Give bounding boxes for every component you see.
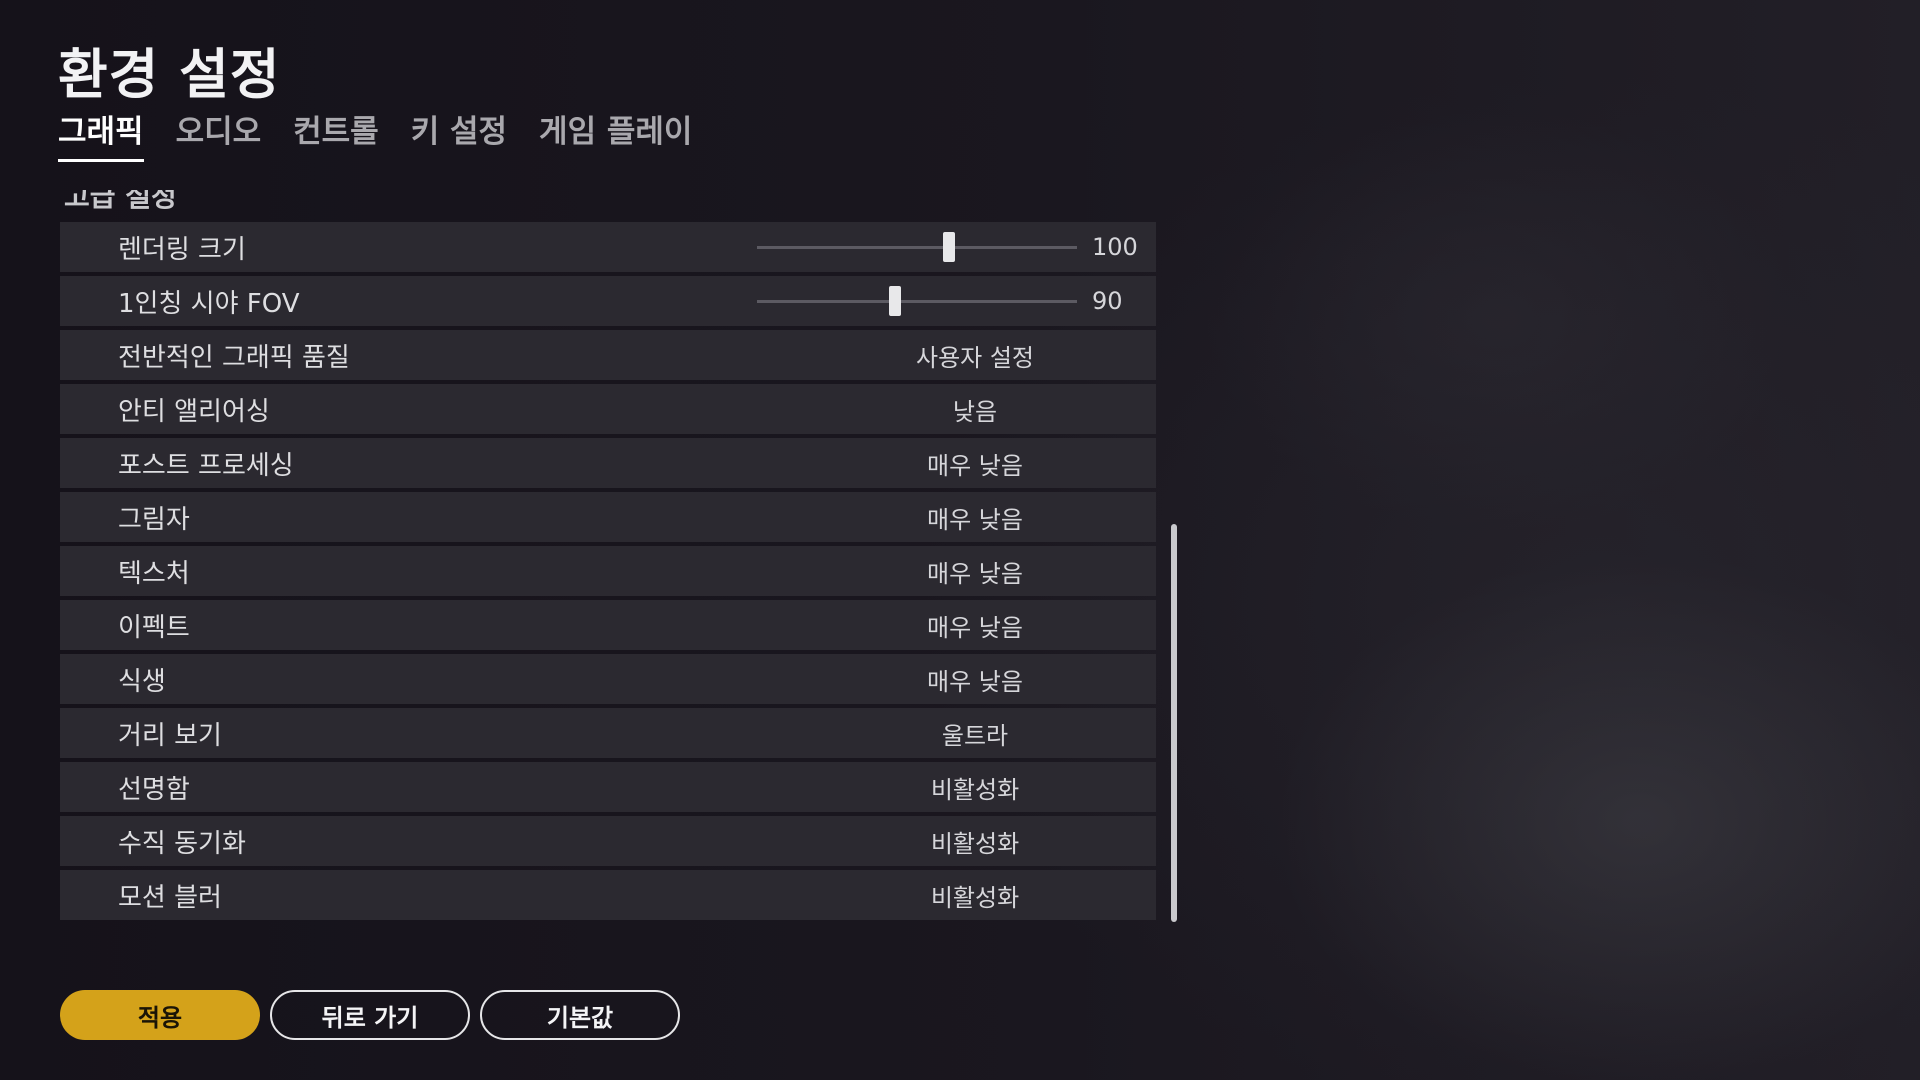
setting-label: 1인칭 시야 FOV [118,288,300,319]
slider-thumb[interactable] [943,232,955,262]
tab-bar: 그래픽 오디오 컨트롤 키 설정 게임 플레이 [58,106,724,162]
render-scale-slider[interactable] [757,232,1077,262]
settings-list: 렌더링 크기 100 1인칭 시야 FOV 90 전반적인 그래픽 품질 사용자… [60,222,1156,924]
setting-row-vsync[interactable]: 수직 동기화 비활성화 [60,816,1156,866]
scrollbar-thumb[interactable] [1171,524,1177,922]
setting-row-sharpness[interactable]: 선명함 비활성화 [60,762,1156,812]
fov-slider[interactable] [757,286,1077,316]
apply-button[interactable]: 적용 [60,990,260,1040]
settings-scrollbar[interactable] [1171,208,1177,922]
setting-label: 모션 블러 [118,882,222,913]
setting-label: 렌더링 크기 [118,234,246,265]
setting-value[interactable]: 울트라 [840,716,1110,751]
setting-label: 선명함 [118,774,190,805]
setting-row-post-processing[interactable]: 포스트 프로세싱 매우 낮음 [60,438,1156,488]
footer-buttons: 적용 뒤로 가기 기본값 [60,990,690,1040]
tab-controls[interactable]: 컨트롤 [293,106,379,162]
default-button[interactable]: 기본값 [480,990,680,1040]
section-heading-partial: 고급 설정 [64,190,177,213]
setting-value[interactable]: 매우 낮음 [840,446,1110,481]
setting-row-foliage[interactable]: 식생 매우 낮음 [60,654,1156,704]
setting-value[interactable]: 매우 낮음 [840,662,1110,697]
slider-thumb[interactable] [888,286,901,316]
setting-row-motion-blur[interactable]: 모션 블러 비활성화 [60,870,1156,920]
tab-gameplay[interactable]: 게임 플레이 [539,106,692,162]
setting-value[interactable]: 매우 낮음 [840,608,1110,643]
setting-label: 식생 [118,666,166,697]
setting-row-shadows[interactable]: 그림자 매우 낮음 [60,492,1156,542]
back-button[interactable]: 뒤로 가기 [270,990,470,1040]
setting-row-anti-aliasing[interactable]: 안티 앨리어싱 낮음 [60,384,1156,434]
setting-label: 포스트 프로세싱 [118,450,294,481]
setting-row-overall-quality[interactable]: 전반적인 그래픽 품질 사용자 설정 [60,330,1156,380]
slider-value: 90 [1092,287,1123,315]
setting-label: 거리 보기 [118,720,222,751]
setting-label: 텍스처 [118,558,190,589]
slider-value: 100 [1092,233,1138,261]
setting-row-textures[interactable]: 텍스처 매우 낮음 [60,546,1156,596]
setting-value[interactable]: 매우 낮음 [840,554,1110,589]
setting-row-fov: 1인칭 시야 FOV 90 [60,276,1156,326]
setting-label: 전반적인 그래픽 품질 [118,342,350,373]
setting-label: 안티 앨리어싱 [118,396,270,427]
setting-value[interactable]: 비활성화 [840,770,1110,805]
tab-keybindings[interactable]: 키 설정 [411,106,507,162]
setting-value[interactable]: 비활성화 [840,878,1110,913]
setting-label: 수직 동기화 [118,828,246,859]
setting-label: 이펙트 [118,612,190,643]
setting-value[interactable]: 매우 낮음 [840,500,1110,535]
setting-row-render-scale: 렌더링 크기 100 [60,222,1156,272]
page-title: 환경 설정 [58,43,281,106]
setting-row-effects[interactable]: 이펙트 매우 낮음 [60,600,1156,650]
setting-value[interactable]: 비활성화 [840,824,1110,859]
tab-graphics[interactable]: 그래픽 [58,106,144,162]
setting-label: 그림자 [118,504,190,535]
setting-value[interactable]: 사용자 설정 [840,338,1110,373]
tab-audio[interactable]: 오디오 [176,106,262,162]
setting-value[interactable]: 낮음 [840,392,1110,427]
setting-row-view-distance[interactable]: 거리 보기 울트라 [60,708,1156,758]
